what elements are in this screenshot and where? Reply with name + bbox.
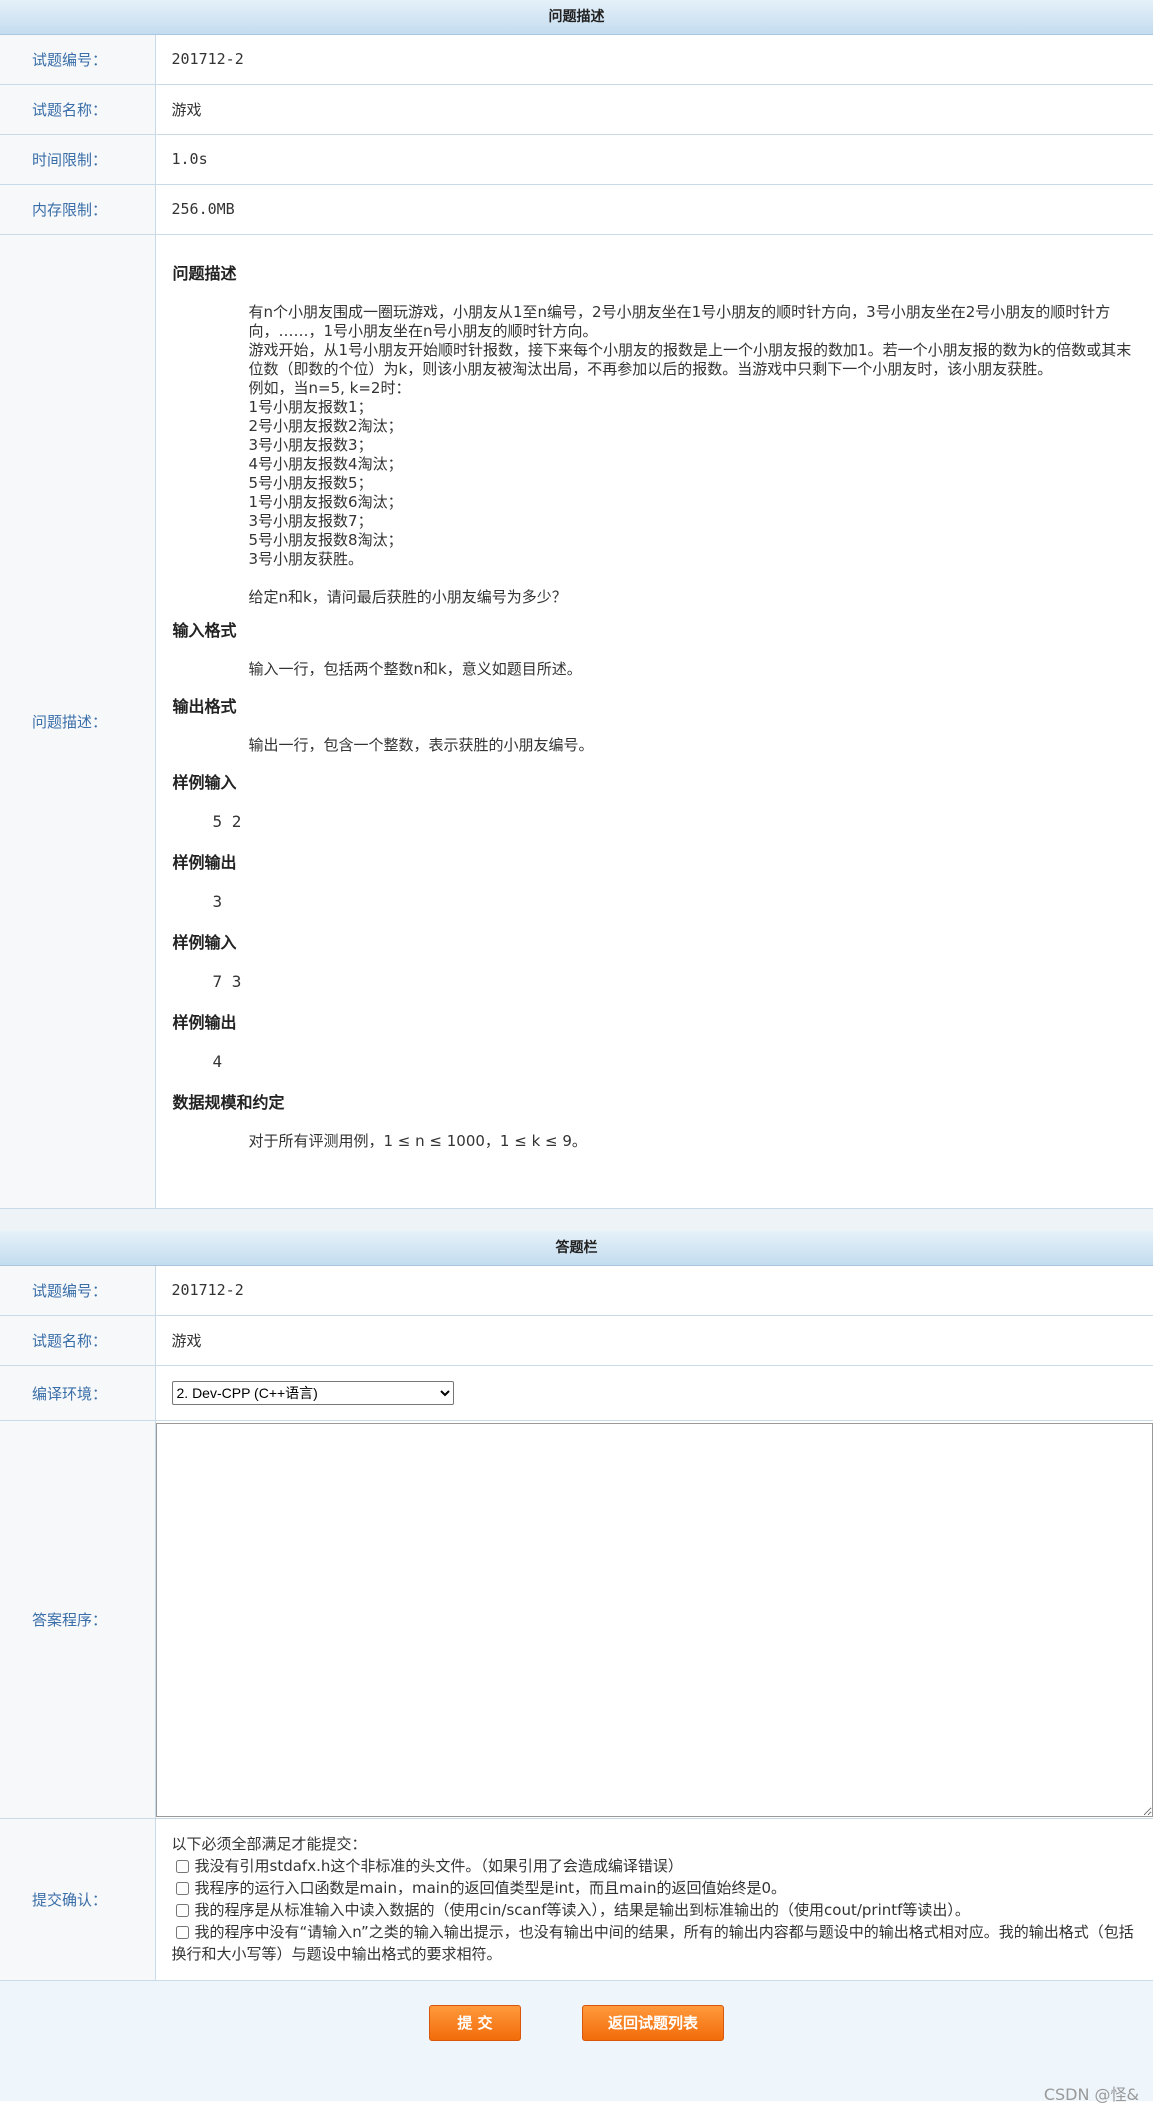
code-cell xyxy=(155,1420,1153,1819)
answer-row-confirm: 提交确认： 以下必须全部满足才能提交： 我没有引用stdafx.h这个非标准的头… xyxy=(0,1818,1153,1981)
answer-id-value: 201712-2 xyxy=(155,1265,1153,1316)
problem-section: 问题描述 试题编号： 201712-2 试题名称： 游戏 时间限制： 1.0s … xyxy=(0,0,1153,1209)
confirm-item-3: 我的程序是从标准输入中读入数据的（使用cin/scanf等读入），结果是输出到标… xyxy=(172,1899,1140,1921)
confirm-text-2: 我程序的运行入口函数是main，main的返回值类型是int，而且main的返回… xyxy=(194,1878,787,1897)
sample-output: 4 xyxy=(212,1051,223,1071)
confirm-intro: 以下必须全部满足才能提交： xyxy=(171,1834,367,1853)
example-line: 3号小朋友报数3； xyxy=(248,435,373,454)
sample-output-heading: 样例输出 xyxy=(172,1012,237,1032)
output-format-text: 输出一行，包含一个整数，表示获胜的小朋友编号。 xyxy=(248,735,594,754)
info-value: 游戏 xyxy=(155,84,1153,135)
answer-id-label: 试题编号： xyxy=(0,1265,156,1316)
confirm-item-2: 我程序的运行入口函数是main，main的返回值类型是int，而且main的返回… xyxy=(172,1877,1140,1899)
example-line: 例如，当n=5, k=2时： xyxy=(248,378,411,397)
info-value: 201712-2 xyxy=(155,35,1153,85)
example-line: 1号小朋友报数6淘汰； xyxy=(248,492,403,511)
info-row-name: 试题名称： 游戏 xyxy=(0,84,1153,135)
example-line: 2号小朋友报数2淘汰； xyxy=(248,416,403,435)
confirm-text-1: 我没有引用stdafx.h这个非标准的头文件。（如果引用了会造成编译错误） xyxy=(194,1856,683,1875)
answer-table: 试题编号： 201712-2 试题名称： 游戏 编译环境： 2. Dev-CPP… xyxy=(0,1265,1153,1981)
info-row-memory: 内存限制： 256.0MB xyxy=(0,184,1153,235)
answer-section: 答题栏 试题编号： 201712-2 试题名称： 游戏 编译环境： 2. Dev… xyxy=(0,1230,1153,2101)
info-row-time: 时间限制： 1.0s xyxy=(0,134,1153,185)
back-to-list-button[interactable]: 返回试题列表 xyxy=(582,2005,725,2041)
example-line: 1号小朋友报数1； xyxy=(248,397,373,416)
answer-section-header: 答题栏 xyxy=(0,1230,1153,1266)
input-format-text: 输入一行，包括两个整数n和k，意义如题目所述。 xyxy=(248,659,582,678)
desc-heading: 问题描述 xyxy=(172,263,237,283)
example-line: 3号小朋友报数7； xyxy=(248,511,373,530)
info-row-id: 试题编号： 201712-2 xyxy=(0,35,1153,85)
answer-row-id: 试题编号： 201712-2 xyxy=(0,1265,1153,1316)
example-line: 5号小朋友报数8淘汰； xyxy=(248,530,403,549)
confirm-text-4: 我的程序中没有“请输入n”之类的输入输出提示，也没有输出中间的结果，所有的输出内… xyxy=(171,1922,1134,1963)
env-label: 编译环境： xyxy=(0,1365,156,1421)
desc-paragraph-2: 游戏开始，从1号小朋友开始顺时针报数，接下来每个小朋友的报数是上一个小朋友报的数… xyxy=(248,340,1132,378)
sample-input: 7 3 xyxy=(212,971,242,991)
csdn-watermark: CSDN @怪& xyxy=(1043,2085,1139,2104)
sample-input-heading: 样例输入 xyxy=(172,932,237,952)
example-line: 5号小朋友报数5； xyxy=(248,473,373,492)
sample-input-heading: 样例输入 xyxy=(172,772,237,792)
confirm-label: 提交确认： xyxy=(0,1818,156,1981)
description-cell: 问题描述 有n个小朋友围成一圈玩游戏，小朋友从1至n编号，2号小朋友坐在1号小朋… xyxy=(155,234,1153,1209)
answer-row-name: 试题名称： 游戏 xyxy=(0,1315,1153,1366)
input-format-heading: 输入格式 xyxy=(172,620,237,640)
info-label: 试题名称： xyxy=(0,84,156,135)
confirm-item-4: 我的程序中没有“请输入n”之类的输入输出提示，也没有输出中间的结果，所有的输出内… xyxy=(172,1921,1140,1965)
submit-button[interactable]: 提 交 xyxy=(428,2005,521,2041)
example-line: 3号小朋友获胜。 xyxy=(248,549,364,568)
info-label: 试题编号： xyxy=(0,35,156,85)
question-text: 给定n和k，请问最后获胜的小朋友编号为多少？ xyxy=(248,587,567,606)
problem-section-header: 问题描述 xyxy=(0,0,1153,35)
problem-info-table: 试题编号： 201712-2 试题名称： 游戏 时间限制： 1.0s 内存限制：… xyxy=(0,35,1153,1209)
section-gap xyxy=(0,1208,1153,1231)
description-label: 问题描述： xyxy=(0,234,156,1209)
data-scale-text: 对于所有评测用例，1 ≤ n ≤ 1000，1 ≤ k ≤ 9。 xyxy=(248,1131,587,1150)
info-label: 时间限制： xyxy=(0,134,156,185)
sample-output-heading: 样例输出 xyxy=(172,852,237,872)
sample-input: 5 2 xyxy=(212,811,242,831)
answer-code-textarea[interactable] xyxy=(155,1422,1153,1817)
desc-paragraph-1: 有n个小朋友围成一圈玩游戏，小朋友从1至n编号，2号小朋友坐在1号小朋友的顺时针… xyxy=(248,302,1111,340)
confirm-cell: 以下必须全部满足才能提交： 我没有引用stdafx.h这个非标准的头文件。（如果… xyxy=(155,1818,1153,1981)
info-value: 1.0s xyxy=(155,134,1153,185)
output-format-heading: 输出格式 xyxy=(172,696,237,716)
confirm-text-3: 我的程序是从标准输入中读入数据的（使用cin/scanf等读入），结果是输出到标… xyxy=(194,1900,970,1919)
confirm-checkbox-4[interactable] xyxy=(175,1925,189,1939)
answer-name-label: 试题名称： xyxy=(0,1315,156,1366)
answer-row-code: 答案程序： xyxy=(0,1420,1153,1819)
env-cell: 2. Dev-CPP (C++语言) xyxy=(155,1365,1153,1421)
code-label: 答案程序： xyxy=(0,1420,156,1819)
answer-name-value: 游戏 xyxy=(155,1315,1153,1366)
info-value: 256.0MB xyxy=(155,184,1153,235)
confirm-checkbox-3[interactable] xyxy=(175,1903,189,1917)
compiler-env-select[interactable]: 2. Dev-CPP (C++语言) xyxy=(171,1381,454,1405)
sample-output: 3 xyxy=(212,891,223,911)
example-lines: 例如，当n=5, k=2时： 1号小朋友报数1； 2号小朋友报数2淘汰； 3号小… xyxy=(173,379,1139,569)
confirm-item-1: 我没有引用stdafx.h这个非标准的头文件。（如果引用了会造成编译错误） xyxy=(172,1855,1140,1877)
answer-row-env: 编译环境： 2. Dev-CPP (C++语言) xyxy=(0,1365,1153,1421)
confirm-checkbox-2[interactable] xyxy=(175,1881,189,1895)
button-bar: 提 交 返回试题列表 xyxy=(0,1981,1153,2101)
problem-body: 问题描述 有n个小朋友围成一圈玩游戏，小朋友从1至n编号，2号小朋友坐在1号小朋… xyxy=(157,236,1153,1191)
example-line: 4号小朋友报数4淘汰； xyxy=(248,454,403,473)
info-label: 内存限制： xyxy=(0,184,156,235)
problem-description-row: 问题描述： 问题描述 有n个小朋友围成一圈玩游戏，小朋友从1至n编号，2号小朋友… xyxy=(0,234,1153,1209)
confirm-checkbox-1[interactable] xyxy=(175,1859,189,1873)
data-scale-heading: 数据规模和约定 xyxy=(172,1092,285,1112)
